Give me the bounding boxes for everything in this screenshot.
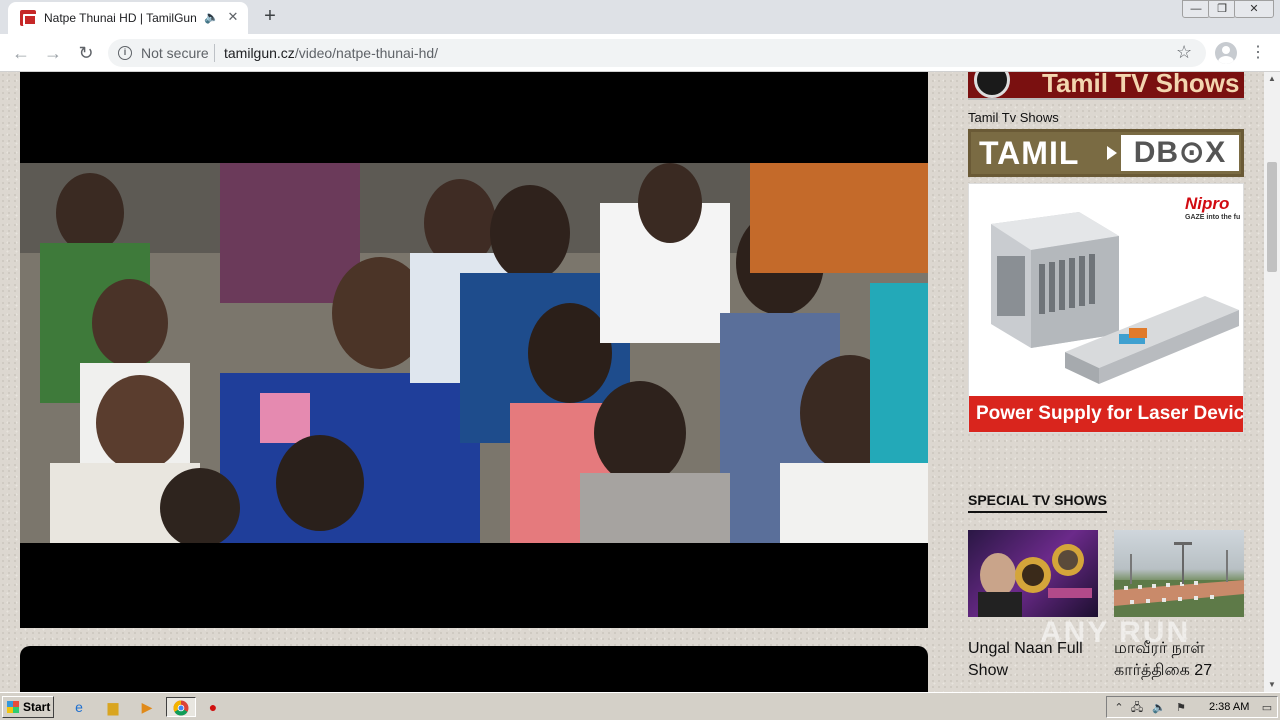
scroll-up-arrow-icon[interactable]: ▲ [1264,72,1280,86]
browser-menu-icon[interactable]: ⋮ [1250,42,1266,62]
video-crowd-scene [20,163,928,543]
tamil-dbox-right: DB⊙X [1121,135,1239,171]
tamil-tv-shows-banner[interactable]: Tamil TV Shows [968,72,1244,100]
secondary-video-player[interactable] [20,646,928,692]
tray-expand-icon[interactable]: ⌃ [1111,700,1127,716]
ungal-naan-thumbnail-image [978,544,1092,617]
anyrun-watermark: ANY RUN [1040,616,1191,649]
play-icon [1107,146,1117,160]
reload-button[interactable]: ↻ [73,40,99,66]
chrome-icon [173,700,189,716]
browser-toolbar: ← → ↻ i Not secure tamilgun.cz/video/nat… [0,34,1280,72]
media-player-icon[interactable]: ▶ [136,697,158,717]
tamil-tv-shows-label[interactable]: Tamil Tv Shows [968,110,1059,125]
tab-title: Natpe Thunai HD | TamilGun [44,11,197,25]
profile-avatar-icon[interactable] [1215,42,1237,64]
windows-logo-icon [7,701,19,713]
show-thumbnail-1[interactable] [968,530,1098,617]
tamil-tv-shows-banner-text: Tamil TV Shows [1042,72,1240,98]
start-label: Start [23,700,51,714]
bookmark-star-icon[interactable]: ☆ [1176,42,1192,63]
volume-icon[interactable]: 🔈 [1151,700,1167,716]
page-viewport: Tamil TV Shows Tamil Tv Shows TAMIL DB⊙X [0,72,1264,692]
tamil-dbox-banner[interactable]: TAMIL DB⊙X [968,129,1244,177]
window-minimize-button[interactable]: — [1182,0,1210,18]
url-text[interactable]: tamilgun.cz/video/natpe-thunai-hd/ [224,45,438,61]
show-thumbnail-2[interactable] [1114,530,1244,617]
ad-brand-tagline: GAZE into the fu [1185,214,1241,221]
special-tv-shows-heading: SPECIAL TV SHOWS [968,492,1107,513]
opera-icon[interactable]: ● [202,697,224,717]
url-path: /video/natpe-thunai-hd/ [294,45,439,61]
security-label[interactable]: Not secure [141,45,209,61]
folder-icon[interactable]: ▆ [102,697,124,717]
ad-brand-logo: Nipro GAZE into the fu [1185,194,1243,224]
tamil-dbox-left: TAMIL [979,135,1080,171]
site-favicon-icon [20,10,37,26]
ad-caption: Power Supply for Laser Device [969,396,1243,432]
tab-close-icon[interactable]: ✕ [224,8,242,26]
network-icon[interactable]: 🖧 [1129,700,1145,716]
tab-strip: Natpe Thunai HD | TamilGun 🔈 ✕ + — ❐ ✕ [0,0,1280,34]
flag-icon[interactable]: ⚑ [1173,700,1189,716]
page-scrollbar[interactable]: ▲ ▼ [1264,72,1280,692]
start-button[interactable]: Start [2,696,54,718]
chrome-taskbar-icon[interactable] [166,697,196,717]
film-reel-icon [974,72,1010,98]
new-tab-button[interactable]: + [258,4,282,28]
browser-tab[interactable]: Natpe Thunai HD | TamilGun 🔈 ✕ [8,2,248,34]
forward-button[interactable]: → [40,40,66,66]
system-tray: ⌃ 🖧 🔈 ⚑ 2:38 AM ▭ [1106,696,1278,718]
advertisement[interactable]: Nipro GAZE into the fu Power Supply for … [968,183,1244,433]
scrollbar-thumb[interactable] [1267,162,1277,272]
maaveerar-naal-thumbnail-image [1114,542,1244,617]
url-separator [214,44,215,62]
back-button[interactable]: ← [8,40,34,66]
video-player[interactable] [20,72,928,628]
window-close-button[interactable]: ✕ [1234,0,1274,18]
info-icon[interactable]: i [118,46,132,60]
taskbar-clock[interactable]: 2:38 AM [1209,701,1249,713]
speaker-icon[interactable]: 🔈 [204,10,219,24]
scroll-down-arrow-icon[interactable]: ▼ [1264,678,1280,692]
url-host: tamilgun.cz [224,45,295,61]
internet-explorer-icon[interactable]: e [68,697,90,717]
video-frame[interactable] [20,163,928,543]
windows-taskbar: Start e ▆ ▶ ● ⌃ 🖧 🔈 ⚑ 2:38 AM ▭ [0,692,1280,720]
window-restore-button[interactable]: ❐ [1208,0,1236,18]
address-bar[interactable]: i Not secure tamilgun.cz/video/natpe-thu… [108,39,1206,67]
show-desktop-icon[interactable]: ▭ [1259,700,1275,716]
ad-brand-name: Nipro [1185,194,1230,213]
